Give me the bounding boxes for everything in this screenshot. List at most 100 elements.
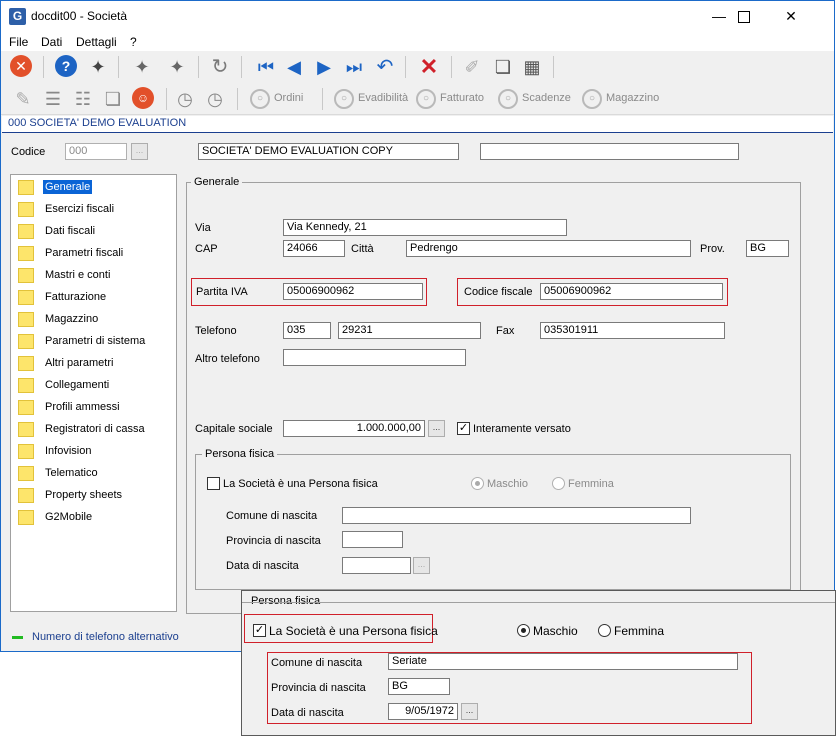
tree-item-label: Dati fiscali — [45, 225, 96, 237]
zoom-data-input[interactable]: 9/05/1972 — [388, 703, 458, 720]
toolbar-separator — [198, 56, 199, 78]
provincia-nascita-input[interactable] — [342, 531, 403, 548]
secondary-toolbar: ✎ ☰ ☷ ❏ ☺ ◷ ◷ ○ Ordini ○ Evadibilità ○ F… — [1, 84, 834, 115]
tree-item-mastri-e-conti[interactable]: Mastri e conti — [18, 266, 168, 286]
folder-icon — [18, 488, 34, 503]
via-input[interactable]: Via Kennedy, 21 — [283, 219, 567, 236]
face-icon[interactable]: ☺ — [132, 87, 154, 109]
codice-lookup-button[interactable]: ... — [131, 143, 148, 160]
zoom-provincia-label: Provincia di nascita — [271, 682, 366, 694]
find-next-icon[interactable]: ✦ — [165, 55, 189, 79]
prov-label: Prov. — [700, 243, 725, 255]
capitale-lookup-button[interactable]: ... — [428, 420, 445, 437]
menu-help[interactable]: ? — [130, 35, 137, 49]
persona-fisica-checkbox[interactable] — [207, 477, 220, 490]
data-nascita-picker-button[interactable]: ... — [413, 557, 430, 574]
tree-item-generale[interactable]: Generale — [18, 178, 168, 198]
tree-item-dati-fiscali[interactable]: Dati fiscali — [18, 222, 168, 242]
tree-item-g2mobile[interactable]: G2Mobile — [18, 508, 168, 528]
last-record-icon[interactable]: ⏭ — [342, 55, 366, 79]
delete-icon[interactable]: ✕ — [417, 55, 441, 79]
close-window-button[interactable]: ✕ — [768, 1, 814, 32]
copy-icon[interactable]: ❏ — [491, 55, 515, 79]
ragione-sociale-input[interactable]: SOCIETA' DEMO EVALUATION COPY — [198, 143, 459, 160]
prev-record-icon[interactable]: ◀ — [282, 55, 306, 79]
magazzino-button[interactable]: Magazzino — [606, 92, 659, 104]
menu-dettagli[interactable]: Dettagli — [76, 35, 117, 49]
zoom-group-title: Persona fisica — [251, 595, 321, 607]
prov-input[interactable]: BG — [746, 240, 789, 257]
zoom-provincia-input[interactable]: BG — [388, 678, 450, 695]
next-record-icon[interactable]: ▶ — [312, 55, 336, 79]
cap-input[interactable]: 24066 — [283, 240, 345, 257]
tree-item-label: Generale — [43, 180, 93, 194]
exit-icon[interactable]: ✕ — [10, 55, 32, 77]
tree-item-parametri-fiscali[interactable]: Parametri fiscali — [18, 244, 168, 264]
data-nascita-input[interactable] — [342, 557, 411, 574]
codice-fiscale-input[interactable]: 05006900962 — [540, 283, 723, 300]
pages-icon[interactable]: ❏ — [101, 87, 125, 111]
menu-dati[interactable]: Dati — [41, 35, 62, 49]
telefono-prefix-input[interactable]: 035 — [283, 322, 331, 339]
binoculars-icon[interactable]: ✦ — [86, 55, 110, 79]
zoom-data-picker-button[interactable]: ... — [461, 703, 478, 720]
toolbar-separator — [237, 88, 238, 110]
attachment-icon[interactable]: ✐ — [460, 55, 484, 79]
descrizione2-input[interactable] — [480, 143, 739, 160]
tree-item-telematico[interactable]: Telematico — [18, 464, 168, 484]
zoom-comune-input[interactable]: Seriate — [388, 653, 738, 670]
folder-icon — [18, 400, 34, 415]
layout-icon[interactable]: ▦ — [520, 55, 544, 79]
zoom-maschio-radio[interactable] — [517, 624, 530, 637]
refresh-icon[interactable]: ↻ — [208, 55, 232, 79]
femmina-radio[interactable] — [552, 477, 565, 490]
scadenze-button[interactable]: Scadenze — [522, 92, 571, 104]
telefono-number-input[interactable]: 29231 — [338, 322, 481, 339]
tree-item-label: Property sheets — [45, 489, 123, 501]
interamente-versato-label: Interamente versato — [473, 423, 571, 435]
undo-icon[interactable]: ↶ — [373, 55, 397, 79]
find-prev-icon[interactable]: ✦ — [130, 55, 154, 79]
fatturato-button[interactable]: Fatturato — [440, 92, 484, 104]
interamente-versato-checkbox[interactable]: ✓ — [457, 422, 470, 435]
femmina-label: Femmina — [568, 478, 614, 490]
folder-icon — [18, 312, 34, 327]
tree-item-property-sheets[interactable]: Property sheets — [18, 486, 168, 506]
pencil-icon[interactable]: ✎ — [11, 87, 35, 111]
tree-item-magazzino[interactable]: Magazzino — [18, 310, 168, 330]
zoom-femmina-radio[interactable] — [598, 624, 611, 637]
tree-item-profili-ammessi[interactable]: Profili ammessi — [18, 398, 168, 418]
tree-item-parametri-di-sistema[interactable]: Parametri di sistema — [18, 332, 168, 352]
app-icon: G — [9, 8, 26, 25]
first-record-icon[interactable]: ⏮ — [254, 55, 278, 79]
menu-file[interactable]: File — [9, 35, 28, 49]
tree-item-esercizi-fiscali[interactable]: Esercizi fiscali — [18, 200, 168, 220]
tree-item-fatturazione[interactable]: Fatturazione — [18, 288, 168, 308]
comune-nascita-input[interactable] — [342, 507, 691, 524]
tree-item-infovision[interactable]: Infovision — [18, 442, 168, 462]
citta-input[interactable]: Pedrengo — [406, 240, 691, 257]
altro-telefono-input[interactable] — [283, 349, 466, 366]
maschio-radio[interactable] — [471, 477, 484, 490]
tree-item-altri-parametri[interactable]: Altri parametri — [18, 354, 168, 374]
codice-input[interactable]: 000 — [65, 143, 127, 160]
history-user-icon[interactable]: ◷ — [203, 87, 227, 111]
help-icon[interactable]: ? — [55, 55, 77, 77]
zoom-persona-fisica-checkbox[interactable]: ✓ — [253, 624, 266, 637]
maximize-button[interactable] — [721, 1, 767, 32]
document-icon[interactable]: ☰ — [41, 87, 65, 111]
fax-input[interactable]: 035301911 — [540, 322, 725, 339]
tree-item-collegamenti[interactable]: Collegamenti — [18, 376, 168, 396]
list-icon[interactable]: ☷ — [71, 87, 95, 111]
cap-label: CAP — [195, 243, 218, 255]
evadibilita-button[interactable]: Evadibilità — [358, 92, 408, 104]
maximize-icon — [738, 11, 750, 24]
piva-input[interactable]: 05006900962 — [283, 283, 423, 300]
ordini-button[interactable]: Ordini — [274, 92, 303, 104]
capitale-sociale-input[interactable]: 1.000.000,00 — [283, 420, 425, 437]
history-icon[interactable]: ◷ — [173, 87, 197, 111]
tree-item-label: Profili ammessi — [45, 401, 120, 413]
toolbar-separator — [241, 56, 242, 78]
window-title: docdit00 - Società — [31, 9, 128, 23]
tree-item-registratori-di-cassa[interactable]: Registratori di cassa — [18, 420, 168, 440]
